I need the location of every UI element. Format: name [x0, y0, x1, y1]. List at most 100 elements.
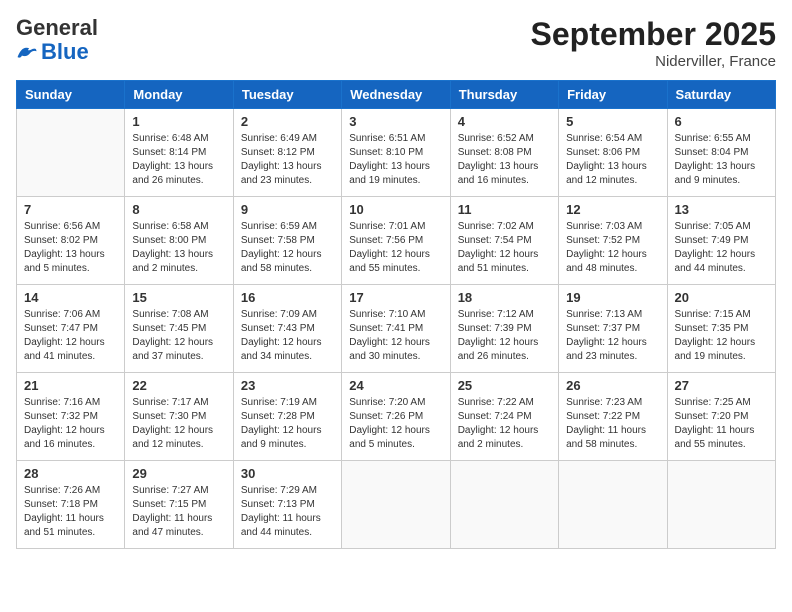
calendar-cell: 15Sunrise: 7:08 AM Sunset: 7:45 PM Dayli… — [125, 285, 233, 373]
calendar-cell: 24 Sunrise: 7:20 AM Sunset: 7:26 PM Dayli… — [342, 373, 450, 461]
day-info: Sunrise: 7:03 AM Sunset: 7:52 PM Dayligh… — [566, 220, 659, 276]
calendar-cell: 20 Sunrise: 7:15 AM Sunset: 7:35 PM Dayli… — [667, 285, 775, 373]
calendar-cell — [450, 461, 558, 549]
logo-general-text: General — [16, 16, 98, 40]
day-info: Sunrise: 6:59 AM Sunset: 7:58 PM Dayligh… — [241, 220, 334, 276]
page-header: General Blue September 2025 Niderviller,… — [16, 16, 776, 70]
weekday-header-row: SundayMondayTuesdayWednesdayThursdayFrid… — [17, 81, 776, 109]
calendar-cell: 18 Sunrise: 7:12 AM Sunset: 7:39 PM Dayli… — [450, 285, 558, 373]
month-title: September 2025 — [531, 16, 776, 53]
weekday-header-monday: Monday — [125, 81, 233, 109]
day-number: 9 — [241, 202, 334, 217]
calendar-cell: 13 Sunrise: 7:05 AM Sunset: 7:49 PM Dayli… — [667, 197, 775, 285]
weekday-header-friday: Friday — [559, 81, 667, 109]
calendar-cell: 17Sunrise: 7:10 AM Sunset: 7:41 PM Dayli… — [342, 285, 450, 373]
day-info: Sunrise: 7:15 AM Sunset: 7:35 PM Dayligh… — [675, 308, 768, 364]
day-number: 8 — [132, 202, 225, 217]
day-number: 28 — [24, 466, 117, 481]
calendar-cell: 25 Sunrise: 7:22 AM Sunset: 7:24 PM Dayli… — [450, 373, 558, 461]
day-info: Sunrise: 7:16 AM Sunset: 7:32 PM Dayligh… — [24, 396, 117, 452]
day-info: Sunrise: 7:09 AM Sunset: 7:43 PM Dayligh… — [241, 308, 334, 364]
calendar-cell: 10 Sunrise: 7:01 AM Sunset: 7:56 PM Dayli… — [342, 197, 450, 285]
calendar-cell: 8Sunrise: 6:58 AM Sunset: 8:00 PM Daylig… — [125, 197, 233, 285]
calendar-week-row: 1 Sunrise: 6:48 AM Sunset: 8:14 PM Daylig… — [17, 109, 776, 197]
title-block: September 2025 Niderviller, France — [531, 16, 776, 70]
calendar-cell — [667, 461, 775, 549]
day-number: 12 — [566, 202, 659, 217]
calendar-cell: 5Sunrise: 6:54 AM Sunset: 8:06 PM Daylig… — [559, 109, 667, 197]
day-info: Sunrise: 6:52 AM Sunset: 8:08 PM Dayligh… — [458, 132, 551, 188]
day-number: 27 — [675, 378, 768, 393]
calendar-cell: 12 Sunrise: 7:03 AM Sunset: 7:52 PM Dayli… — [559, 197, 667, 285]
day-info: Sunrise: 7:17 AM Sunset: 7:30 PM Dayligh… — [132, 396, 225, 452]
day-number: 20 — [675, 290, 768, 305]
calendar-cell — [17, 109, 125, 197]
calendar-table: SundayMondayTuesdayWednesdayThursdayFrid… — [16, 80, 776, 549]
day-number: 18 — [458, 290, 551, 305]
day-number: 14 — [24, 290, 117, 305]
calendar-week-row: 21 Sunrise: 7:16 AM Sunset: 7:32 PM Dayli… — [17, 373, 776, 461]
day-number: 19 — [566, 290, 659, 305]
calendar-cell: 21 Sunrise: 7:16 AM Sunset: 7:32 PM Dayli… — [17, 373, 125, 461]
day-info: Sunrise: 7:01 AM Sunset: 7:56 PM Dayligh… — [349, 220, 442, 276]
day-info: Sunrise: 7:22 AM Sunset: 7:24 PM Dayligh… — [458, 396, 551, 452]
calendar-cell: 27 Sunrise: 7:25 AM Sunset: 7:20 PM Dayli… — [667, 373, 775, 461]
weekday-header-thursday: Thursday — [450, 81, 558, 109]
day-number: 21 — [24, 378, 117, 393]
day-number: 25 — [458, 378, 551, 393]
calendar-cell: 11 Sunrise: 7:02 AM Sunset: 7:54 PM Dayli… — [450, 197, 558, 285]
day-info: Sunrise: 7:23 AM Sunset: 7:22 PM Dayligh… — [566, 396, 659, 452]
day-number: 13 — [675, 202, 768, 217]
calendar-cell: 1 Sunrise: 6:48 AM Sunset: 8:14 PM Daylig… — [125, 109, 233, 197]
day-info: Sunrise: 6:48 AM Sunset: 8:14 PM Dayligh… — [132, 132, 225, 188]
logo-bird-icon — [16, 44, 38, 60]
day-info: Sunrise: 7:25 AM Sunset: 7:20 PM Dayligh… — [675, 396, 768, 452]
day-info: Sunrise: 7:12 AM Sunset: 7:39 PM Dayligh… — [458, 308, 551, 364]
logo-blue-text: Blue — [16, 40, 98, 64]
day-number: 17 — [349, 290, 442, 305]
calendar-cell: 16 Sunrise: 7:09 AM Sunset: 7:43 PM Dayli… — [233, 285, 341, 373]
day-info: Sunrise: 6:55 AM Sunset: 8:04 PM Dayligh… — [675, 132, 768, 188]
calendar-week-row: 7 Sunrise: 6:56 AM Sunset: 8:02 PM Daylig… — [17, 197, 776, 285]
day-number: 24 — [349, 378, 442, 393]
day-number: 11 — [458, 202, 551, 217]
calendar-cell: 22 Sunrise: 7:17 AM Sunset: 7:30 PM Dayli… — [125, 373, 233, 461]
logo: General Blue — [16, 16, 98, 64]
day-info: Sunrise: 7:27 AM Sunset: 7:15 PM Dayligh… — [132, 484, 225, 540]
day-number: 22 — [132, 378, 225, 393]
day-info: Sunrise: 7:05 AM Sunset: 7:49 PM Dayligh… — [675, 220, 768, 276]
day-number: 26 — [566, 378, 659, 393]
calendar-cell: 2Sunrise: 6:49 AM Sunset: 8:12 PM Daylig… — [233, 109, 341, 197]
day-number: 3 — [349, 114, 442, 129]
calendar-cell: 30Sunrise: 7:29 AM Sunset: 7:13 PM Dayli… — [233, 461, 341, 549]
location-text: Niderviller, France — [531, 53, 776, 70]
day-info: Sunrise: 6:56 AM Sunset: 8:02 PM Dayligh… — [24, 220, 117, 276]
calendar-cell: 7 Sunrise: 6:56 AM Sunset: 8:02 PM Daylig… — [17, 197, 125, 285]
day-number: 1 — [132, 114, 225, 129]
calendar-week-row: 28Sunrise: 7:26 AM Sunset: 7:18 PM Dayli… — [17, 461, 776, 549]
calendar-cell: 4Sunrise: 6:52 AM Sunset: 8:08 PM Daylig… — [450, 109, 558, 197]
day-info: Sunrise: 7:08 AM Sunset: 7:45 PM Dayligh… — [132, 308, 225, 364]
weekday-header-saturday: Saturday — [667, 81, 775, 109]
day-info: Sunrise: 6:51 AM Sunset: 8:10 PM Dayligh… — [349, 132, 442, 188]
day-info: Sunrise: 7:02 AM Sunset: 7:54 PM Dayligh… — [458, 220, 551, 276]
day-number: 10 — [349, 202, 442, 217]
calendar-cell: 19Sunrise: 7:13 AM Sunset: 7:37 PM Dayli… — [559, 285, 667, 373]
day-number: 23 — [241, 378, 334, 393]
day-info: Sunrise: 7:19 AM Sunset: 7:28 PM Dayligh… — [241, 396, 334, 452]
day-number: 29 — [132, 466, 225, 481]
day-number: 5 — [566, 114, 659, 129]
day-number: 2 — [241, 114, 334, 129]
calendar-cell: 14Sunrise: 7:06 AM Sunset: 7:47 PM Dayli… — [17, 285, 125, 373]
day-number: 7 — [24, 202, 117, 217]
calendar-cell: 9 Sunrise: 6:59 AM Sunset: 7:58 PM Daylig… — [233, 197, 341, 285]
calendar-cell: 26 Sunrise: 7:23 AM Sunset: 7:22 PM Dayli… — [559, 373, 667, 461]
calendar-cell — [559, 461, 667, 549]
day-info: Sunrise: 7:20 AM Sunset: 7:26 PM Dayligh… — [349, 396, 442, 452]
calendar-week-row: 14Sunrise: 7:06 AM Sunset: 7:47 PM Dayli… — [17, 285, 776, 373]
calendar-cell: 29 Sunrise: 7:27 AM Sunset: 7:15 PM Dayli… — [125, 461, 233, 549]
day-info: Sunrise: 7:29 AM Sunset: 7:13 PM Dayligh… — [241, 484, 334, 540]
weekday-header-tuesday: Tuesday — [233, 81, 341, 109]
day-number: 16 — [241, 290, 334, 305]
calendar-cell: 3 Sunrise: 6:51 AM Sunset: 8:10 PM Daylig… — [342, 109, 450, 197]
